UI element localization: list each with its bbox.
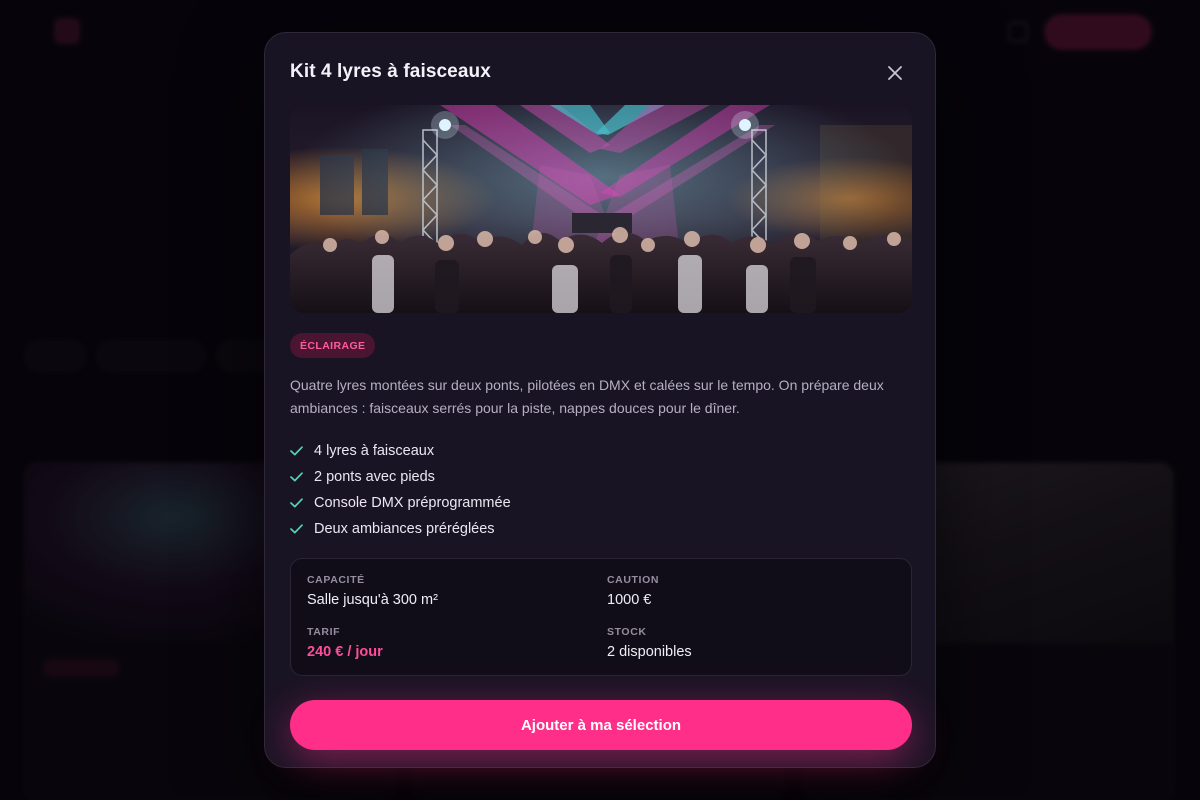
spec-panel: CAPACITÉ Salle jusqu'à 300 m² CAUTION 10… (290, 558, 912, 676)
spec-label: TARIF (307, 626, 341, 638)
check-icon (290, 446, 314, 456)
spec-label: CAPACITÉ (307, 574, 365, 586)
spec-rate: TARIF 240 € / jour (307, 626, 383, 660)
price-value: 240 € / jour (307, 644, 383, 660)
feature-list: 4 lyres à faisceaux 2 ponts avec pieds C… (290, 438, 511, 542)
spec-deposit: CAUTION 1000 € (607, 574, 659, 608)
spec-label: STOCK (607, 626, 647, 638)
product-description: Quatre lyres montées sur deux ponts, pil… (290, 377, 884, 416)
add-to-selection-button[interactable]: Ajouter à ma sélection (290, 700, 912, 750)
spec-label: CAUTION (607, 574, 660, 586)
feature-item: Deux ambiances préréglées (290, 516, 511, 542)
feature-label: 4 lyres à faisceaux (314, 443, 435, 459)
modal-title: Kit 4 lyres à faisceaux (290, 61, 491, 82)
product-detail-modal: Kit 4 lyres à faisceaux ÉCLAIRAGE Quatre… (264, 32, 936, 768)
spec-capacity: CAPACITÉ Salle jusqu'à 300 m² (307, 574, 438, 608)
close-button[interactable] (883, 61, 907, 85)
check-icon (290, 472, 314, 482)
feature-label: Console DMX préprogrammée (314, 495, 511, 511)
feature-item: Console DMX préprogrammée (290, 490, 511, 516)
feature-label: 2 ponts avec pieds (314, 469, 435, 485)
feature-item: 4 lyres à faisceaux (290, 438, 511, 464)
spec-value: 2 disponibles (607, 644, 692, 660)
check-icon (290, 498, 314, 508)
feature-item: 2 ponts avec pieds (290, 464, 511, 490)
check-icon (290, 524, 314, 534)
spec-value: 1000 € (607, 592, 652, 608)
feature-label: Deux ambiances préréglées (314, 521, 495, 537)
close-icon (888, 66, 902, 80)
product-image (290, 105, 912, 313)
category-badge: ÉCLAIRAGE (290, 333, 376, 358)
spec-stock: STOCK 2 disponibles (607, 626, 692, 660)
spec-value: Salle jusqu'à 300 m² (307, 592, 438, 608)
